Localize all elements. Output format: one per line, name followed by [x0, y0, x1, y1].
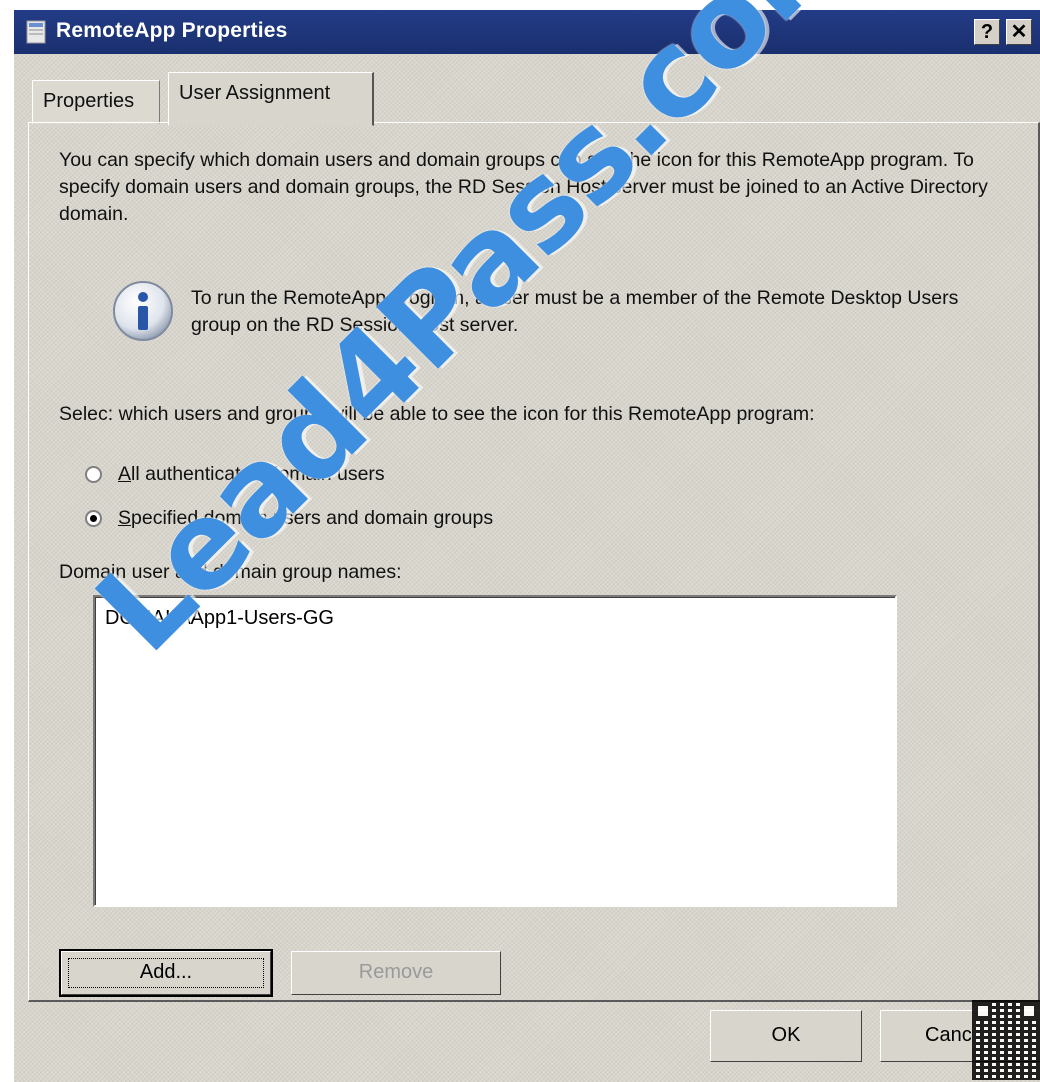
- radio-label-specified-users: Specified domain users and domain groups: [118, 507, 494, 529]
- tab-properties[interactable]: Properties: [32, 80, 160, 124]
- description-text: You can specify which domain users and d…: [59, 149, 988, 225]
- add-button[interactable]: Add...: [59, 949, 273, 997]
- radio-label-all-authenticated: All authenticated domain users: [118, 463, 385, 485]
- select-label: Selec: which users and groups will be ab…: [59, 403, 815, 425]
- info-message: To run the RemoteApp program, a user mus…: [191, 287, 959, 336]
- app-window-icon: [26, 20, 46, 44]
- info-icon: [113, 281, 173, 341]
- qr-code-image: [972, 1000, 1040, 1080]
- remoteapp-properties-dialog: RemoteApp Properties ? ✕ Properties User…: [12, 8, 1040, 1082]
- ok-button[interactable]: OK: [710, 1010, 862, 1062]
- focus-rectangle: [68, 958, 264, 988]
- radio-all-authenticated[interactable]: All authenticated domain users: [85, 463, 385, 486]
- remove-button[interactable]: Remove: [291, 951, 501, 995]
- radio-button-all-authenticated[interactable]: [85, 466, 102, 483]
- close-button[interactable]: ✕: [1006, 19, 1032, 45]
- group-names-label: Domain user and domain group names:: [59, 561, 402, 583]
- help-button[interactable]: ?: [974, 19, 1000, 45]
- tab-user-assignment[interactable]: User Assignment: [168, 72, 374, 126]
- radio-specified-users[interactable]: Specified domain users and domain groups: [85, 507, 493, 530]
- window-title: RemoteApp Properties: [56, 19, 288, 42]
- list-item[interactable]: DOMAIN\App1-Users-GG: [105, 607, 334, 630]
- radio-button-specified-users[interactable]: [85, 510, 102, 527]
- title-bar[interactable]: RemoteApp Properties ? ✕: [14, 10, 1040, 54]
- group-names-listbox[interactable]: DOMAIN\App1-Users-GG: [93, 595, 897, 907]
- user-assignment-panel: You can specify which domain users and d…: [28, 122, 1040, 1002]
